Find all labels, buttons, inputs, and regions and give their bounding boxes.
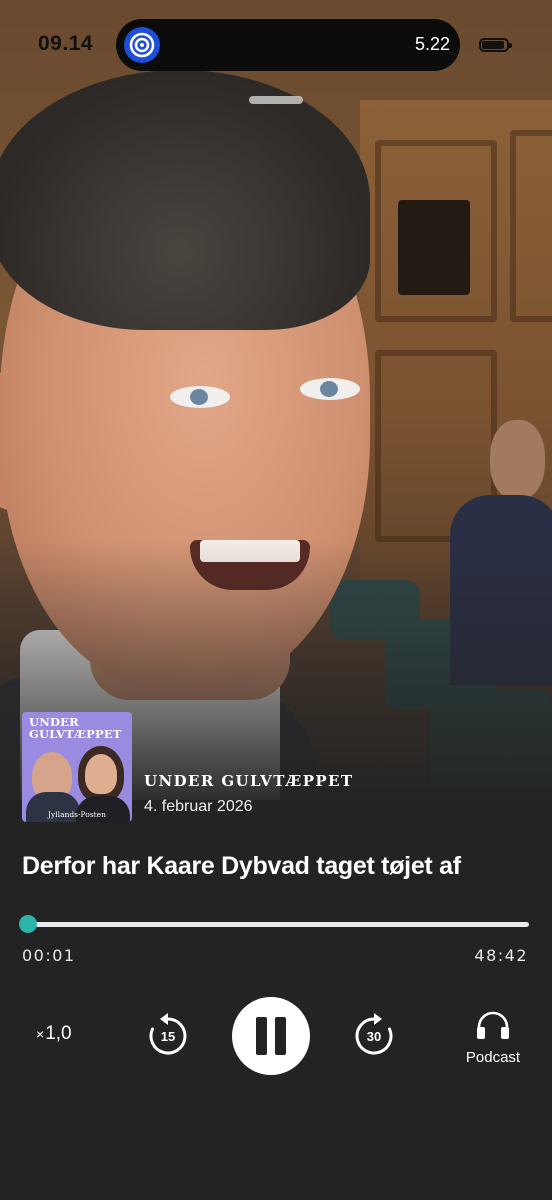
progress-thumb[interactable] xyxy=(19,915,38,933)
podcast-button[interactable]: Podcast xyxy=(458,1010,528,1066)
skip-back-label: 15 xyxy=(161,1029,175,1044)
podcast-label: Podcast xyxy=(465,1049,521,1066)
wall-panel xyxy=(510,130,552,322)
live-activity-time: 5.22 xyxy=(414,34,450,54)
speed-prefix: × xyxy=(36,1026,45,1042)
skip-back-button[interactable]: 15 xyxy=(146,1012,190,1058)
sheet-grabber[interactable] xyxy=(249,96,303,104)
elapsed-time: 00:01 xyxy=(22,946,76,965)
pause-icon xyxy=(275,1017,286,1055)
episode-date: 4. februar 2026 xyxy=(144,798,253,815)
skip-forward-button[interactable]: 30 xyxy=(352,1012,396,1058)
progress-slider[interactable] xyxy=(19,915,529,933)
episode-title: Derfor har Kaare Dybvad taget tøjet af xyxy=(22,852,461,880)
rotate-cw-30-icon: 30 xyxy=(355,1013,393,1055)
pause-icon xyxy=(256,1017,267,1055)
podcast-cover: UNDER GULVTÆPPET Jyllands-Posten xyxy=(22,712,132,822)
headphones-icon xyxy=(477,1011,509,1039)
episode-hero-image xyxy=(0,0,552,800)
cover-publisher: Jyllands-Posten xyxy=(48,810,106,819)
speed-value: 1,0 xyxy=(45,1023,72,1044)
dynamic-island[interactable]: 5.22 xyxy=(116,19,460,71)
cover-host-face xyxy=(85,754,117,794)
playback-speed-button[interactable]: ×1,0 xyxy=(36,1023,72,1045)
play-pause-button[interactable] xyxy=(232,997,310,1075)
battery-icon xyxy=(479,38,512,52)
target-icon xyxy=(124,27,160,63)
show-name[interactable]: UNDER GULVTÆPPET xyxy=(144,772,353,790)
status-time: 09.14 xyxy=(38,32,94,55)
rotate-ccw-15-icon: 15 xyxy=(149,1013,187,1055)
total-time: 48:42 xyxy=(474,946,528,965)
cover-title: UNDER GULVTÆPPET xyxy=(29,715,122,741)
skip-forward-label: 30 xyxy=(367,1029,381,1044)
